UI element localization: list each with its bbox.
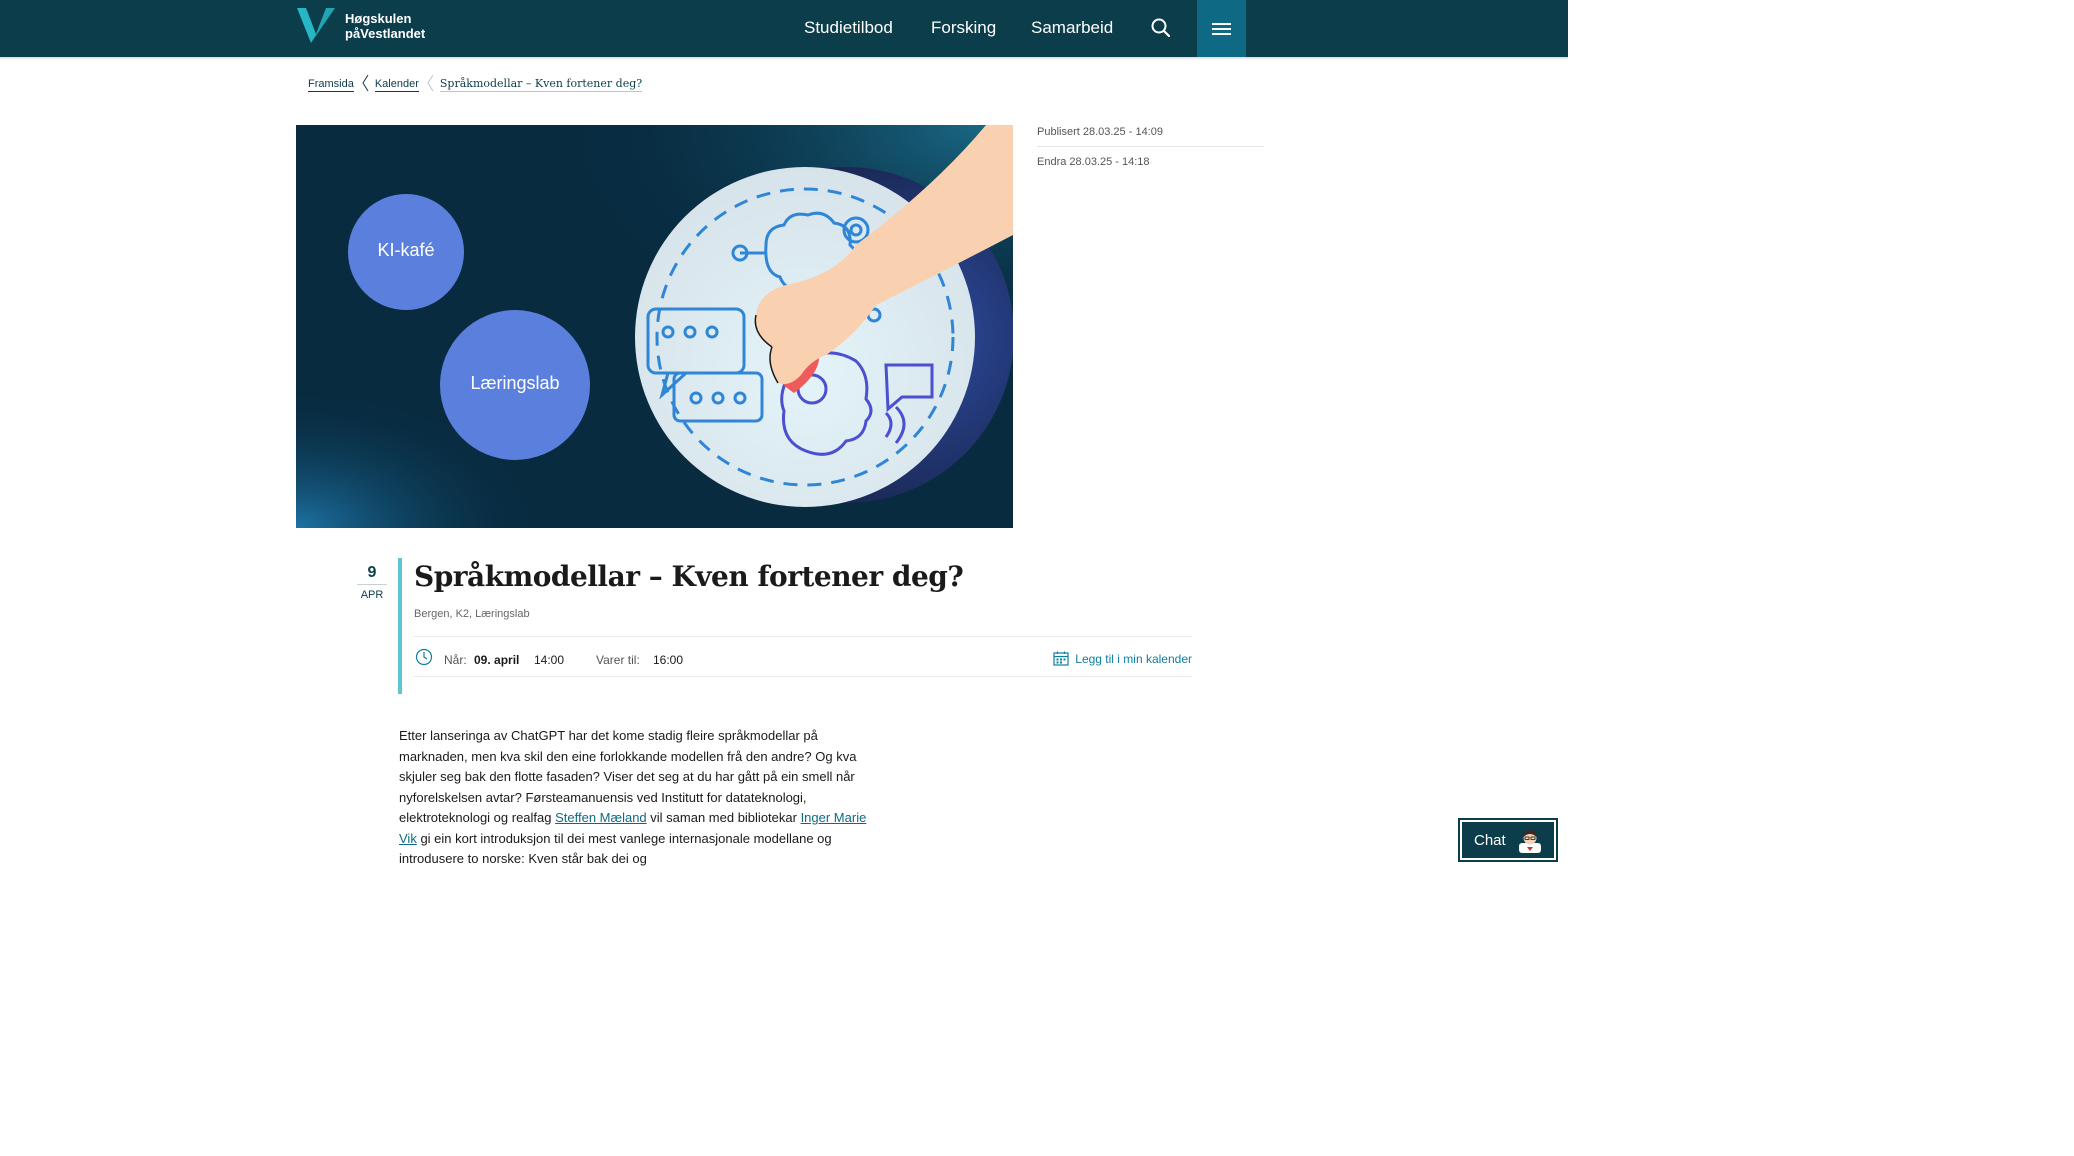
nav-studietilbod[interactable]: Studietilbod [804, 18, 893, 38]
description-text: gi ein kort introduksjon til dei mest va… [399, 830, 832, 867]
add-to-calendar-label: Legg til i min kalender [1075, 651, 1192, 666]
hero-image: KI-kafé Læringslab [296, 125, 1013, 528]
hero-bubble-ki-kafe: KI-kafé [377, 240, 435, 260]
until-label: Varer til: [596, 653, 640, 667]
date-divider [357, 584, 387, 585]
event-info-row: Når: 09. april 14:00 Varer til: 16:00 Le… [414, 636, 1192, 677]
breadcrumb-current: Språkmodellar – Kven fortener deg? [439, 77, 643, 92]
nav-forsking[interactable]: Forsking [931, 18, 996, 38]
hero-bubble-laeringslab: Læringslab [470, 373, 560, 393]
published-date: Publisert 28.03.25 - 14:09 [1037, 126, 1264, 147]
event-description: Etter lanseringa av ChatGPT har det kome… [399, 726, 879, 870]
when-label: Når: [444, 653, 467, 667]
until-time: 16:00 [653, 653, 684, 667]
logo-text: Høgskulen påVestlandet [345, 11, 425, 41]
breadcrumb-framsida[interactable]: Framsida [308, 78, 354, 92]
nav-samarbeid[interactable]: Samarbeid [1031, 18, 1113, 38]
event-title: Språkmodellar – Kven fortener deg? [414, 560, 964, 593]
event-accent-bar [398, 558, 402, 694]
chat-avatar-icon [1519, 830, 1541, 853]
search-icon [1151, 18, 1171, 38]
breadcrumb-kalender[interactable]: Kalender [374, 78, 419, 92]
link-steffen-maeland[interactable]: Steffen Mæland [555, 810, 647, 825]
clock-icon [415, 648, 433, 669]
chevron-left-icon [362, 74, 369, 95]
menu-button[interactable] [1197, 0, 1246, 57]
search-button[interactable] [1148, 14, 1176, 42]
chevron-left-icon [427, 74, 434, 95]
edited-date: Endra 28.03.25 - 14:18 [1037, 156, 1150, 168]
chat-label: Chat [1474, 831, 1506, 849]
logo-line-2: påVestlandet [345, 26, 426, 41]
when-date: 09. april [474, 653, 520, 667]
event-location: Bergen, K2, Læringslab [414, 608, 530, 620]
logo-line-1: Høgskulen [345, 11, 412, 26]
event-day: 9 [367, 564, 377, 581]
event-month: APR [360, 589, 384, 601]
site-header: Høgskulen påVestlandet Studietilbod Fors… [0, 0, 1568, 57]
description-text: vil saman med bibliotekar [646, 810, 801, 825]
chat-button[interactable]: Chat [1458, 818, 1558, 862]
add-to-calendar-link[interactable]: Legg til i min kalender [1053, 651, 1192, 666]
when-time: 14:00 [534, 653, 565, 667]
hvl-logo-icon [297, 8, 335, 43]
hero-illustration [296, 125, 1013, 528]
hamburger-menu-icon [1211, 22, 1231, 35]
breadcrumb: Framsida Kalender Språkmodellar – Kven f… [308, 74, 643, 95]
header-shadow [0, 57, 1568, 60]
site-logo[interactable]: Høgskulen påVestlandet [297, 8, 425, 44]
calendar-icon [1053, 651, 1069, 666]
